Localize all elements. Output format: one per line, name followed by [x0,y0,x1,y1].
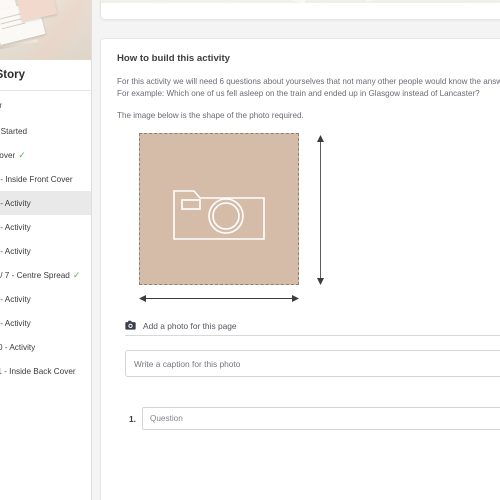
sidebar-item-label: Page 6 / 7 - Centre Spread [0,270,70,280]
sidebar-item-page-3-activity[interactable]: Page 3 - Activity [0,215,91,239]
vertical-dimension-arrow [317,135,324,286]
question-number: 1. [129,413,136,424]
sidebar-item-label: Page 9 - Activity [0,318,31,328]
sidebar-item-page-2-activity[interactable]: Page 2 - Activity [0,191,91,215]
banner-photo [101,0,500,5]
sidebar-item-getting-started[interactable]: Getting Started [0,119,91,143]
page-title: How to build this activity [117,53,230,64]
intro-line-1: For this activity we will need 6 questio… [117,77,500,86]
sidebar-subtitle: Chapter [0,91,91,116]
sidebar-item-label: Page 1 - Inside Front Cover [0,174,73,184]
sidebar-item-inside-front-cover[interactable]: Page 1 - Inside Front Cover [0,167,91,191]
sidebar-item-label: Page 4 - Activity [0,246,31,256]
check-icon: ✓ [18,149,26,160]
check-icon: ✓ [72,269,81,280]
sidebar-item-centre-spread[interactable]: Page 6 / 7 - Centre Spread ✓ [0,263,91,287]
sidebar-item-label: Page 8 - Activity [0,294,31,304]
sidebar-title: Our Story [0,60,91,91]
sidebar-item-label: Page 2 - Activity [0,198,31,208]
photo-shape-diagram [125,133,415,308]
intro-paragraph: For this activity we will need 6 questio… [117,76,500,99]
add-photo-label: Add a photo for this page [143,320,237,331]
sidebar: Our Story Chapter Getting Started Front … [0,0,92,500]
sidebar-item-front-cover[interactable]: Front Cover ✓ [0,143,91,167]
banner-card [100,0,500,20]
activity-card: How to build this activity For this acti… [100,38,500,500]
question-input[interactable] [142,407,500,431]
sidebar-item-page-10-activity[interactable]: Page 10 - Activity [0,335,91,359]
sidebar-item-label: Getting Started [0,126,28,136]
add-photo-row[interactable]: Add a photo for this page [125,320,500,337]
sidebar-nav-list: Getting Started Front Cover ✓ Page 1 - I… [0,119,91,383]
sidebar-item-label: Front Cover [0,150,16,160]
sidebar-item-inside-back-cover[interactable]: Page 11 - Inside Back Cover [0,359,91,383]
horizontal-dimension-arrow [139,295,299,303]
sidebar-item-label: Page 11 - Inside Back Cover [0,366,76,376]
main-content: How to build this activity For this acti… [92,0,500,500]
sidebar-item-page-8-activity[interactable]: Page 8 - Activity [0,287,91,311]
shape-note: The image below is the shape of the phot… [117,111,304,121]
camera-icon [125,320,136,330]
sidebar-hero-image [0,0,91,60]
intro-line-2: For example: Which one of us fell asleep… [117,88,480,98]
sidebar-item-label: Page 3 - Activity [0,222,31,232]
caption-input[interactable] [125,350,500,378]
question-row: 1. [129,407,500,431]
app-root: Our Story Chapter Getting Started Front … [0,0,500,500]
sidebar-item-label: Page 10 - Activity [0,342,36,352]
sidebar-item-page-4-activity[interactable]: Page 4 - Activity [0,239,91,263]
sidebar-item-page-9-activity[interactable]: Page 9 - Activity [0,311,91,335]
photo-placeholder [139,133,299,286]
camera-icon [173,190,265,241]
